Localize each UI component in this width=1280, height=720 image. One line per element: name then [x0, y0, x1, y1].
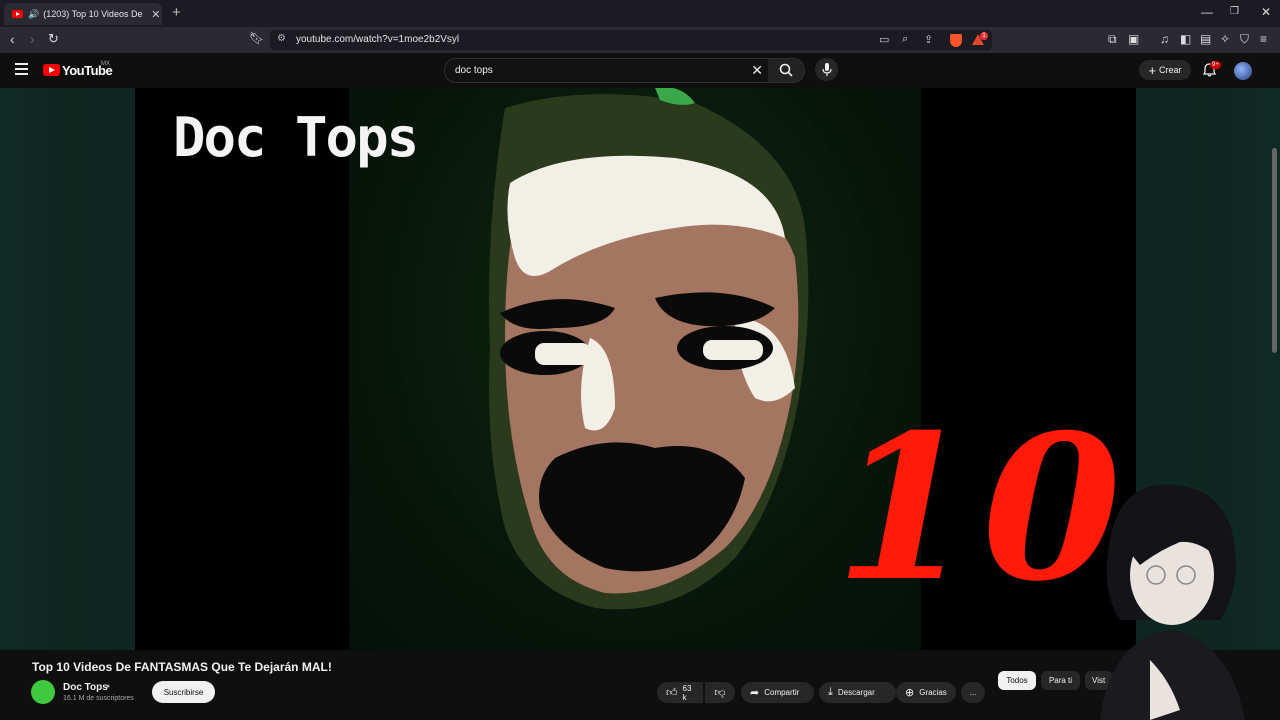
channel-name[interactable]: Doc Tops: [63, 682, 108, 693]
page-scrollbar[interactable]: [1272, 148, 1277, 353]
brave-shield-icon[interactable]: [950, 34, 962, 47]
create-button[interactable]: + Crear: [1139, 60, 1191, 80]
search-input[interactable]: doc tops ✕: [444, 58, 770, 83]
thumbs-up-icon: 👍︎: [666, 687, 678, 699]
vpn-shield-icon[interactable]: ⛉: [1240, 32, 1249, 47]
menu-icon[interactable]: ≡: [1260, 32, 1267, 46]
download-label: Descargar: [837, 688, 875, 697]
create-label: Crear: [1159, 65, 1182, 75]
zoom-icon[interactable]: ⌕: [902, 33, 908, 46]
forward-icon[interactable]: ›: [30, 31, 35, 47]
share-arrow-icon: ➦: [750, 687, 760, 699]
plus-icon: +: [1148, 62, 1157, 78]
video-title: Top 10 Videos De FANTASMAS Que Te Dejará…: [32, 660, 332, 674]
dislike-button[interactable]: 👎︎: [705, 682, 735, 703]
cast-icon[interactable]: ▭: [879, 33, 889, 46]
face-illustration: 10: [489, 88, 1121, 626]
search-button[interactable]: [768, 58, 805, 83]
download-icon: ⤓: [828, 686, 833, 698]
super-thanks-icon: ⊕: [905, 687, 915, 699]
chip-label: Para ti: [1048, 676, 1073, 685]
extensions-icon[interactable]: ⧉: [1108, 32, 1117, 47]
search-query[interactable]: doc tops: [455, 65, 493, 76]
guide-menu-icon[interactable]: [15, 63, 28, 78]
share-page-icon[interactable]: ⇪: [924, 33, 933, 46]
browser-tab-bar: 🔊 (1203) Top 10 Videos De FANTASMAS Que …: [0, 0, 1280, 27]
microphone-icon: [822, 63, 832, 76]
url-text[interactable]: youtube.com/watch?v=1moe2b2Vsyl: [296, 34, 459, 45]
music-icon[interactable]: ♫: [1160, 32, 1169, 46]
leo-ai-icon[interactable]: ✧: [1220, 32, 1230, 46]
channel-avatar[interactable]: [31, 680, 55, 704]
site-info-icon[interactable]: ⚙: [277, 33, 286, 44]
notifications-count-badge: 9+: [1210, 61, 1221, 69]
wallet-card-icon[interactable]: ▤: [1200, 32, 1211, 46]
subscriber-count: 16.1 M de suscriptores: [63, 695, 134, 702]
subscribe-button[interactable]: Suscribirse: [152, 681, 215, 703]
chip-para-ti[interactable]: Para ti: [1041, 671, 1080, 690]
youtube-logo-icon[interactable]: [43, 64, 60, 76]
verified-badge-icon: ●: [106, 683, 111, 690]
like-button[interactable]: 👍︎ 63 k: [657, 682, 703, 703]
rewards-badge: 1: [980, 32, 988, 40]
thumbs-down-icon: 👎︎: [714, 687, 726, 699]
tab-close-icon[interactable]: ✕: [151, 8, 160, 21]
video-frame[interactable]: Doc Tops 10: [135, 88, 1136, 650]
thanks-button[interactable]: ⊕ Gracias: [896, 682, 956, 703]
like-count: 63 k: [682, 683, 692, 702]
search-icon: [779, 63, 793, 77]
streamer-avatar-overlay: [1100, 484, 1245, 720]
more-icon: ...: [969, 688, 977, 697]
wallet-icon[interactable]: ▣: [1128, 32, 1139, 46]
thanks-label: Gracias: [919, 688, 947, 697]
chip-todos[interactable]: Todos: [998, 671, 1036, 690]
minimize-icon[interactable]: —: [1201, 5, 1213, 19]
back-icon[interactable]: ‹: [10, 31, 15, 47]
speaker-icon[interactable]: 🔊: [28, 9, 39, 20]
youtube-header: YouTube MX doc tops ✕ + Crear 9+: [0, 53, 1280, 88]
account-avatar[interactable]: [1234, 62, 1252, 80]
voice-search-button[interactable]: [815, 58, 838, 81]
reload-icon[interactable]: ↻: [48, 31, 59, 47]
browser-toolbar: ‹ › ↻ 🔖︎ ⚙ youtube.com/watch?v=1moe2b2Vs…: [0, 27, 1280, 53]
maximize-icon[interactable]: ❐: [1230, 6, 1239, 17]
new-tab-button[interactable]: +: [172, 4, 181, 21]
share-button[interactable]: ➦ Compartir: [741, 682, 814, 703]
close-window-icon[interactable]: ✕: [1261, 5, 1271, 19]
tab-title: (1203) Top 10 Videos De FANTASMAS Que Te…: [43, 9, 145, 19]
download-button[interactable]: ⤓ Descargar: [819, 682, 896, 703]
address-bar[interactable]: ⚙ youtube.com/watch?v=1moe2b2Vsyl ▭ ⌕ ⇪ …: [270, 30, 992, 50]
share-label: Compartir: [764, 688, 800, 697]
browser-tab-active[interactable]: 🔊 (1203) Top 10 Videos De FANTASMAS Que …: [4, 3, 162, 25]
sidebar-icon[interactable]: ◧: [1180, 32, 1191, 46]
clear-search-icon[interactable]: ✕: [751, 62, 763, 79]
country-code: MX: [101, 61, 110, 67]
chip-label: Todos: [1006, 676, 1028, 685]
bookmark-icon[interactable]: 🔖︎: [249, 31, 264, 45]
more-actions-button[interactable]: ...: [961, 682, 985, 703]
subscribe-label: Suscribirse: [163, 687, 204, 697]
youtube-favicon-icon: [12, 10, 23, 18]
